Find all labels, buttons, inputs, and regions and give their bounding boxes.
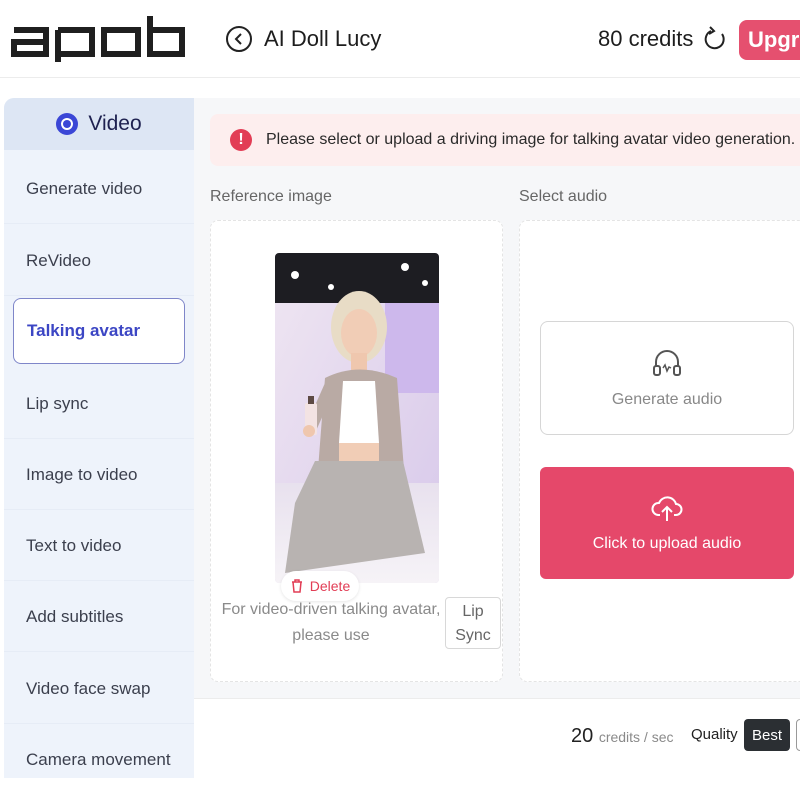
cost-value: 20 — [571, 725, 594, 747]
reference-photo[interactable] — [275, 253, 439, 583]
upgrade-button[interactable]: Upgra — [739, 20, 800, 60]
quality-option-next[interactable] — [796, 719, 800, 751]
sidebar-item-text-to-video[interactable]: Text to video — [4, 511, 194, 581]
cost-display: 20 credits / sec — [571, 725, 674, 748]
lip-sync-hint: For video-driven talking avatar, please … — [217, 597, 445, 649]
hint-line-2: please use — [292, 627, 370, 644]
sidebar-item-video-face-swap[interactable]: Video face swap — [4, 654, 194, 724]
delete-label: Delete — [309, 578, 351, 594]
sidebar-section-video[interactable]: Video — [4, 98, 194, 150]
select-audio-label: Select audio — [519, 188, 608, 205]
sidebar-item-image-to-video[interactable]: Image to video — [4, 440, 194, 510]
lip-sync-button[interactable]: Lip Sync — [445, 597, 501, 649]
cloud-upload-icon — [651, 496, 683, 521]
upload-audio-button[interactable]: Click to upload audio — [540, 467, 794, 579]
hint-line-1: For video-driven talking avatar, — [221, 601, 441, 618]
lip-sync-label-2: Sync — [455, 627, 491, 644]
audio-panel: Generate audio Click to upload audio — [519, 220, 800, 682]
main-content: ! Please select or upload a driving imag… — [194, 98, 800, 778]
refresh-icon[interactable] — [702, 26, 728, 52]
sidebar-item-lip-sync[interactable]: Lip sync — [4, 369, 194, 439]
upload-audio-label: Click to upload audio — [592, 535, 742, 552]
top-header: AI Doll Lucy 80 credits Upgra — [0, 0, 800, 78]
headphones-icon — [653, 350, 681, 376]
quality-label: Quality — [691, 726, 738, 743]
sidebar-item-talking-avatar[interactable]: Talking avatar — [13, 298, 185, 364]
cost-unit: credits / sec — [598, 729, 674, 745]
credits-count: 80 credits — [598, 26, 694, 51]
video-icon — [56, 113, 79, 135]
sidebar: Video Generate video ReVideo Talking ava… — [4, 98, 194, 778]
back-button[interactable] — [226, 26, 252, 52]
generate-audio-button[interactable]: Generate audio — [540, 321, 794, 435]
sidebar-item-camera-movement[interactable]: Camera movement — [4, 725, 194, 778]
chevron-left-icon — [234, 33, 242, 45]
alert-banner: ! Please select or upload a driving imag… — [210, 114, 800, 166]
reference-image-label: Reference image — [210, 188, 332, 205]
quality-option-best[interactable]: Best — [744, 719, 790, 751]
sidebar-item-add-subtitles[interactable]: Add subtitles — [4, 582, 194, 652]
alert-text: Please select or upload a driving image … — [266, 131, 796, 148]
sidebar-item-generate-video[interactable]: Generate video — [4, 154, 194, 224]
trash-icon — [291, 579, 302, 593]
sidebar-section-label: Video — [88, 112, 142, 135]
generate-audio-label: Generate audio — [611, 391, 723, 408]
lip-sync-label-1: Lip — [462, 603, 484, 620]
sidebar-item-revideo[interactable]: ReVideo — [4, 226, 194, 296]
reference-image-panel: Delete For video-driven talking avatar, … — [210, 220, 503, 682]
page-title: AI Doll Lucy — [264, 26, 382, 51]
generation-footer: 20 credits / sec Quality Best — [194, 698, 800, 778]
exclamation-icon: ! — [230, 129, 252, 151]
apob-logo[interactable] — [10, 14, 186, 62]
